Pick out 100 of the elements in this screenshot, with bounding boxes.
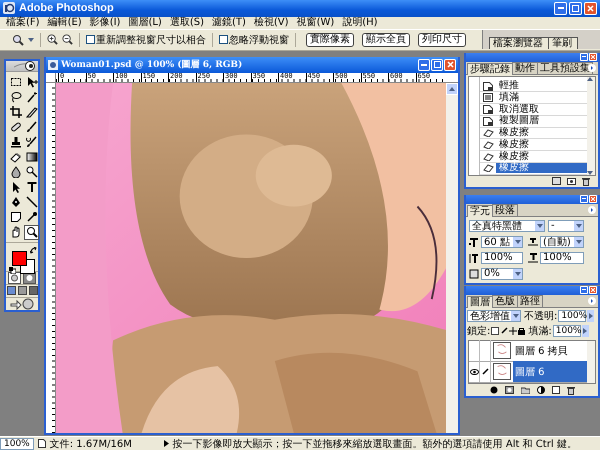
minimize-button[interactable] [554, 2, 567, 15]
zoom-field[interactable]: 100% [0, 438, 34, 450]
menu-item[interactable]: 影像(I) [86, 17, 124, 28]
brush-icon[interactable] [24, 134, 39, 150]
adjustment-icon[interactable] [536, 386, 544, 394]
zoom-preset-button[interactable]: 實際像素 [306, 32, 354, 47]
layer-name[interactable]: 圖層 6 [513, 361, 587, 382]
brush-icon[interactable] [24, 120, 39, 135]
history-step[interactable]: 橡皮擦 [496, 140, 587, 150]
vertical-scale-field[interactable]: 100% [481, 252, 523, 264]
swap-arrow-icon[interactable] [30, 246, 37, 254]
font-size-dropdown[interactable]: 60 點 [481, 236, 523, 248]
trash-icon[interactable] [566, 386, 574, 395]
menu-item[interactable]: 檢視(V) [250, 17, 293, 28]
zoom-preset-button[interactable]: 列印尺寸 [418, 32, 466, 47]
close-button[interactable] [589, 52, 597, 61]
blend-mode-dropdown[interactable]: 色彩增值 [467, 310, 521, 322]
triangle-icon[interactable] [164, 440, 169, 448]
crop-icon[interactable] [8, 104, 23, 120]
standard-mode-icon[interactable] [8, 272, 21, 284]
close-button[interactable] [589, 194, 597, 203]
scrollbar[interactable] [587, 340, 595, 383]
zoom-icon[interactable] [24, 224, 39, 240]
restore-icon [572, 4, 579, 12]
menu-item[interactable]: 圖層(L) [124, 17, 166, 28]
restore-button[interactable] [431, 58, 443, 71]
history-step[interactable]: 填滿 [496, 92, 587, 103]
menu-item[interactable]: 編輯(E) [44, 17, 86, 28]
new-document-icon[interactable] [552, 177, 561, 186]
mask-icon[interactable] [504, 386, 514, 394]
checkbox[interactable] [86, 35, 95, 44]
scroll-up-button[interactable] [446, 82, 458, 95]
minimize-icon [558, 7, 564, 10]
note-icon[interactable] [8, 210, 23, 225]
minimize-button[interactable] [580, 286, 588, 294]
zoom-out-icon[interactable] [62, 34, 73, 46]
menu-item[interactable]: 檔案(F) [2, 17, 44, 28]
fill-field[interactable]: 100% [552, 325, 581, 338]
history-step[interactable]: 橡皮擦 [496, 163, 587, 174]
folder-icon[interactable] [520, 386, 530, 394]
history-step[interactable]: 取消選取 [496, 104, 587, 115]
history-step[interactable]: 橡皮擦 [496, 128, 587, 138]
zoom-in-icon[interactable] [47, 34, 58, 46]
panel-tab[interactable]: 字元 [467, 204, 493, 217]
panel-tab[interactable]: 路徑 [517, 294, 543, 307]
minimize-button[interactable] [418, 58, 430, 71]
opacity-field[interactable]: 100% [558, 310, 586, 322]
close-button[interactable] [584, 2, 597, 15]
panel-menu-icon[interactable] [588, 64, 596, 72]
up-arrow-icon [587, 76, 593, 81]
layer-name[interactable]: 圖層 6 拷貝 [513, 340, 587, 362]
menu-item[interactable]: 說明(H) [338, 17, 382, 28]
leading-dropdown[interactable]: (自動) [540, 236, 584, 248]
restore-button[interactable] [569, 2, 582, 15]
close-button[interactable] [589, 286, 597, 294]
trash-icon[interactable] [582, 176, 590, 186]
panel-menu-icon[interactable] [588, 296, 596, 305]
opacity-slider-button[interactable] [587, 310, 594, 322]
lock-move-icon[interactable] [509, 327, 518, 336]
fill-slider-button[interactable] [582, 325, 589, 338]
font-family-dropdown[interactable]: 全真特黑體 [469, 220, 545, 232]
panel-tab[interactable]: 圖層 [467, 296, 493, 308]
lock-transparency-icon[interactable] [491, 327, 500, 336]
history-step[interactable]: 橡皮擦 [496, 152, 587, 162]
close-button[interactable] [444, 58, 456, 71]
layer-thumbnail [493, 342, 511, 360]
scrollbar[interactable] [587, 76, 595, 175]
checkbox[interactable] [219, 35, 228, 44]
menu-item[interactable]: 濾鏡(T) [208, 17, 250, 28]
stamp-icon[interactable] [8, 134, 23, 150]
app-logo-icon [3, 2, 15, 14]
font-style-dropdown[interactable]: - [548, 220, 584, 232]
zoom-preset-button[interactable]: 顯示全頁 [362, 32, 410, 47]
zoom-icon[interactable] [12, 34, 24, 46]
history-step[interactable]: 複製圖層 [496, 116, 587, 126]
knife-icon[interactable] [24, 104, 39, 120]
lock-icon[interactable] [518, 327, 526, 336]
lock-brush-icon[interactable] [500, 327, 508, 336]
tsume-dropdown[interactable]: 0% [481, 268, 523, 280]
down-arrow-icon [587, 170, 593, 175]
menu-item[interactable]: 選取(S) [166, 17, 208, 28]
jump-to-app-icon[interactable] [10, 298, 34, 310]
menu-item[interactable]: 視窗(W) [292, 17, 338, 28]
tsume-icon [469, 268, 479, 279]
line-icon[interactable] [24, 194, 39, 210]
panel-tab[interactable]: 步驟記錄 [467, 62, 513, 75]
foreground-color-swatch[interactable] [12, 250, 27, 266]
horizontal-scale-field[interactable]: 100% [540, 252, 584, 264]
palette-well-tab[interactable]: 筆刷 [548, 37, 578, 50]
palette-well-tab[interactable]: 檔案瀏覽器 [489, 37, 549, 50]
new-layer-icon[interactable] [552, 386, 560, 394]
snapshot-icon[interactable] [567, 177, 576, 186]
layer-style-icon[interactable] [490, 386, 498, 394]
minimize-button[interactable] [580, 52, 588, 61]
caret-icon [536, 224, 542, 228]
minimize-button[interactable] [580, 194, 588, 203]
history-step[interactable]: 輕推 [496, 81, 587, 92]
panel-menu-icon[interactable] [588, 206, 596, 214]
eye-icon[interactable] [470, 368, 478, 375]
leading-icon [528, 236, 538, 247]
